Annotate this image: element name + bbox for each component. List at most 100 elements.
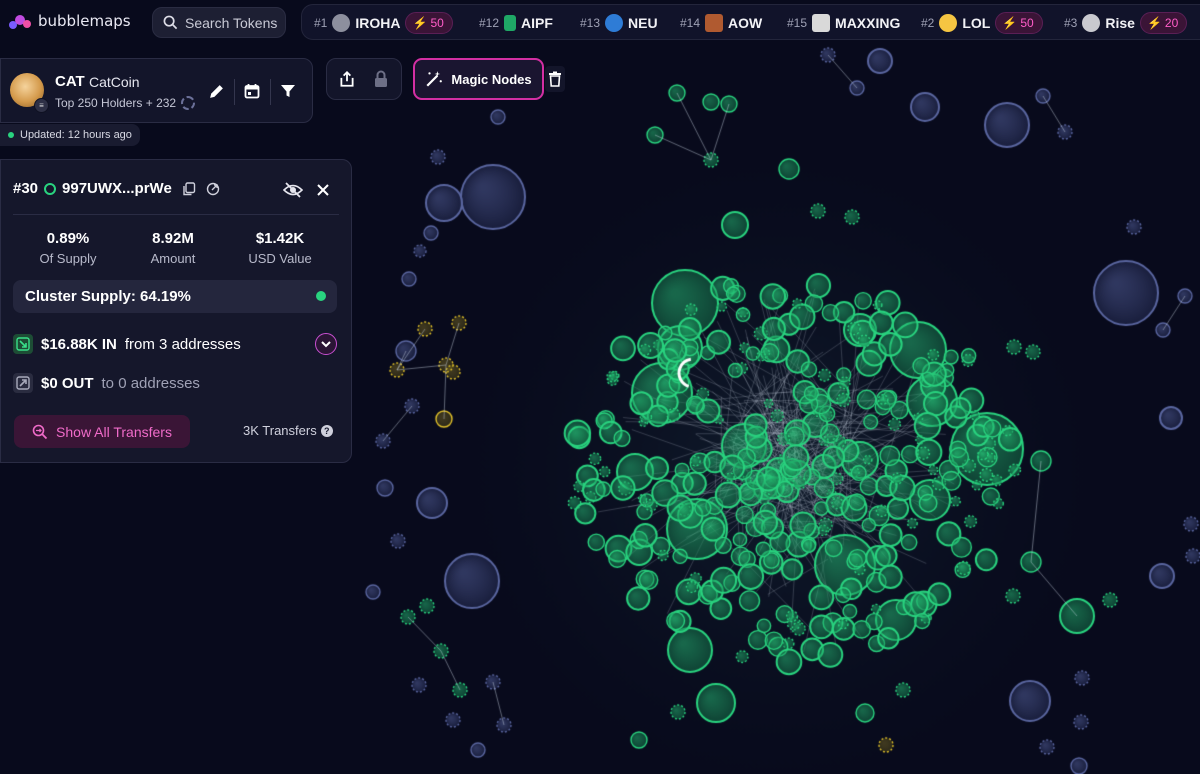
token-avatar xyxy=(705,14,724,32)
external-link-icon[interactable] xyxy=(206,182,220,196)
trending-bar: #1 IROHA ⚡ 50 #12 AIPF #13 NEU #14 AOW #1… xyxy=(301,4,1200,40)
search-input[interactable]: Search Tokens xyxy=(152,7,286,38)
trending-rank: #12 xyxy=(479,16,500,30)
lightning-icon: ⚡ xyxy=(1002,16,1018,30)
search-icon xyxy=(163,15,178,30)
magic-wand-icon xyxy=(426,71,443,87)
token-symbol: CAT xyxy=(55,73,85,90)
token-header-panel: ≡ CAT CatCoin Top 250 Holders + 232 xyxy=(0,58,313,123)
holder-details-panel: #30 997UWX...prWe 0.89% Of Supply 8.92M … xyxy=(0,159,352,463)
stat-label: Amount xyxy=(150,251,196,266)
calendar-icon xyxy=(244,84,260,99)
trending-rank: #3 xyxy=(1064,16,1078,30)
status-dot xyxy=(8,132,14,138)
stat-supply: 0.89% Of Supply xyxy=(13,230,123,266)
bubblemaps-logo-icon xyxy=(9,15,31,29)
magic-nodes-label: Magic Nodes xyxy=(451,71,532,87)
token-avatar xyxy=(1082,14,1101,32)
lock-icon xyxy=(375,70,387,87)
trending-item-lol[interactable]: #2 LOL ⚡ 50 xyxy=(921,5,1043,41)
boost-badge[interactable]: ⚡ 50 xyxy=(995,12,1043,34)
trending-name: IROHA xyxy=(355,15,401,31)
stat-label: Of Supply xyxy=(39,251,97,266)
updated-badge: Updated: 12 hours ago xyxy=(0,124,140,146)
trending-item-neu[interactable]: #13 NEU xyxy=(580,5,658,41)
close-icon[interactable] xyxy=(316,183,330,197)
divider xyxy=(234,79,235,105)
outflow-desc: to 0 addresses xyxy=(101,374,200,392)
stat-usd-value: $1.42K USD Value xyxy=(225,230,335,266)
token-avatar xyxy=(332,14,351,32)
boost-count: 20 xyxy=(1164,16,1179,30)
search-placeholder: Search Tokens xyxy=(185,14,278,31)
trending-name: Rise xyxy=(1105,15,1135,31)
boost-badge[interactable]: ⚡ 20 xyxy=(1139,12,1188,34)
holder-rank: #30 xyxy=(13,180,39,197)
outflow-row: $0 OUT to 0 addresses xyxy=(13,373,200,393)
divider xyxy=(13,214,339,215)
lightning-icon: ⚡ xyxy=(1146,16,1162,30)
chain-badge-icon: ≡ xyxy=(34,98,49,113)
help-icon[interactable]: ? xyxy=(320,424,333,437)
boost-badge[interactable]: ⚡ 50 xyxy=(405,12,453,34)
holder-header: #30 997UWX...prWe xyxy=(13,180,220,197)
expand-inflow-button[interactable] xyxy=(315,333,337,355)
holders-subtitle: Top 250 Holders + 232 xyxy=(55,96,177,110)
holder-color-ring xyxy=(44,182,57,195)
trending-item-iroha[interactable]: #1 IROHA ⚡ 50 xyxy=(314,5,453,41)
trending-name: AIPF xyxy=(521,15,553,31)
hide-eye-icon[interactable] xyxy=(283,182,303,198)
share-lock-toolbar xyxy=(326,58,402,100)
cluster-color-dot xyxy=(316,291,326,301)
trending-item-maxxing[interactable]: #15 MAXXING xyxy=(787,5,900,41)
trending-name: LOL xyxy=(962,15,991,31)
inflow-row[interactable]: $16.88K IN from 3 addresses xyxy=(13,334,241,354)
boost-count: 50 xyxy=(430,16,444,30)
magic-nodes-button[interactable]: Magic Nodes xyxy=(413,58,544,100)
edit-button[interactable] xyxy=(202,77,230,105)
trash-icon xyxy=(549,71,561,87)
filter-button[interactable] xyxy=(274,77,302,105)
logo[interactable]: bubblemaps xyxy=(8,11,131,31)
cluster-supply-row[interactable]: Cluster Supply: 64.19% xyxy=(13,280,337,313)
updated-text: Updated: 12 hours ago xyxy=(20,129,132,141)
arrow-in-icon xyxy=(13,334,33,354)
trending-item-aow[interactable]: #14 AOW xyxy=(680,5,762,41)
show-all-transfers-button[interactable]: Show All Transfers xyxy=(14,415,190,448)
trending-item-rise[interactable]: #3 Rise ⚡ 20 xyxy=(1064,5,1188,41)
share-button[interactable] xyxy=(333,65,361,93)
divider xyxy=(270,79,271,105)
inflow-amount: $16.88K IN xyxy=(41,335,117,353)
logo-text: bubblemaps xyxy=(38,12,131,30)
transfers-count-text: 3K Transfers xyxy=(243,423,317,438)
top-bar: bubblemaps Search Tokens #1 IROHA ⚡ 50 #1… xyxy=(0,0,1200,44)
trending-rank: #2 xyxy=(921,16,935,30)
calendar-button[interactable] xyxy=(238,77,266,105)
stat-value: $1.42K xyxy=(255,230,305,247)
show-all-transfers-label: Show All Transfers xyxy=(56,423,172,440)
copy-icon[interactable] xyxy=(182,181,196,196)
filter-icon xyxy=(281,85,295,97)
delete-button[interactable] xyxy=(545,66,565,92)
token-avatar xyxy=(504,15,517,31)
search-transfers-icon xyxy=(32,424,48,439)
trending-rank: #1 xyxy=(314,16,328,30)
cluster-supply-text: Cluster Supply: 64.19% xyxy=(25,288,191,305)
trending-name: NEU xyxy=(628,15,658,31)
lock-button[interactable] xyxy=(367,65,395,93)
token-avatar xyxy=(605,14,624,32)
trending-name: AOW xyxy=(728,15,763,31)
share-icon xyxy=(340,70,354,87)
boost-count: 50 xyxy=(1020,16,1034,30)
trending-rank: #13 xyxy=(580,16,601,30)
trending-rank: #15 xyxy=(787,16,808,30)
trending-rank: #14 xyxy=(680,16,701,30)
holder-address[interactable]: 997UWX...prWe xyxy=(62,180,172,197)
token-name: CatCoin xyxy=(89,74,140,90)
trending-item-aipf[interactable]: #12 AIPF xyxy=(479,5,553,41)
transfers-count: 3K Transfers ? xyxy=(243,423,333,438)
stat-label: USD Value xyxy=(248,251,312,266)
stat-value: 0.89% xyxy=(46,230,90,247)
trending-name: MAXXING xyxy=(835,15,901,31)
pencil-icon xyxy=(209,84,223,98)
